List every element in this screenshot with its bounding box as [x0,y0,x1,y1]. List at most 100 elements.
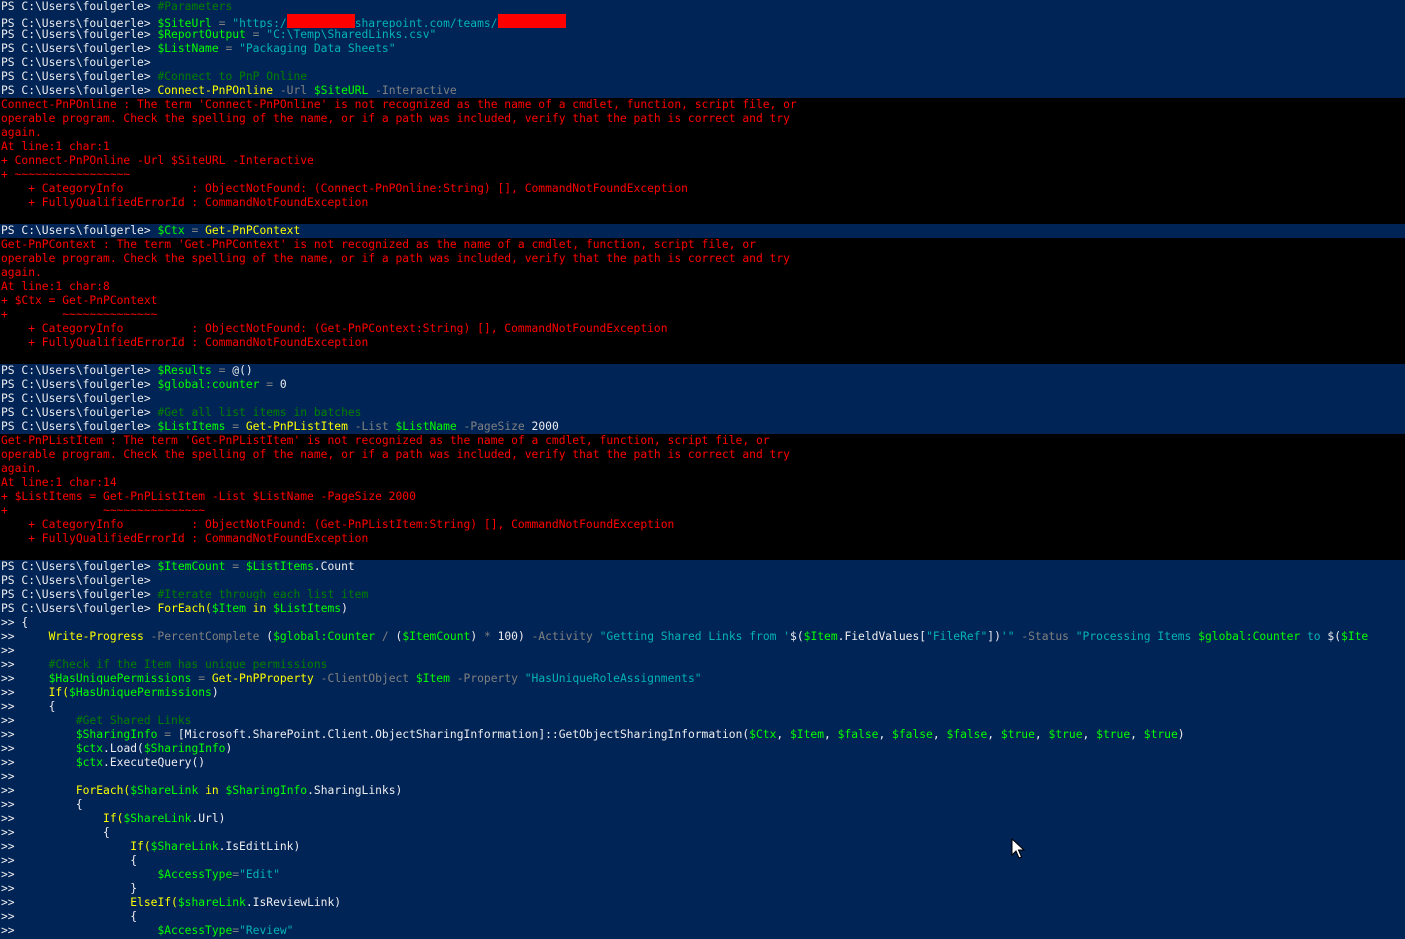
console-line: PS C:\Users\foulgerle> [0,392,1405,406]
console-text-segment: $SiteURL [313,84,369,97]
console-line: >> ElseIf($shareLink.IsReviewLink) [0,896,1405,910]
console-line: PS C:\Users\foulgerle> ForEach($Item in … [0,602,1405,616]
console-text-segment: 2000 [531,420,559,433]
console-text-segment: operable program. Check the spelling of … [1,252,790,265]
console-line: >> Write-Progress -PercentComplete ($glo… [0,630,1405,644]
console-line: PS C:\Users\foulgerle> $ListItems = Get-… [0,420,1405,434]
console-text-segment: .ExecuteQuery() [103,756,206,769]
console-text-segment: PS C:\Users\foulgerle> [1,17,158,28]
console-text-segment: + FullyQualifiedErrorId : CommandNotFoun… [1,336,369,349]
error-output-line: operable program. Check the spelling of … [0,448,1405,462]
console-text-segment: $ShareLink [123,812,192,825]
console-text-segment: $global:Counter [273,630,376,643]
error-output-line: again. [0,266,1405,280]
console-text-segment: Get-PnPProperty [211,672,314,685]
console-text-segment: .IsEditLink) [218,840,301,853]
console-text-segment: ) [225,742,233,755]
console-text-segment: PS C:\Users\foulgerle> [1,224,158,237]
console-text-segment: >> [1,756,76,769]
console-text-segment: If( [48,686,70,699]
console-text-segment: , [1130,728,1144,741]
console-text-segment: Get-PnPContext : The term 'Get-PnPContex… [1,238,756,251]
console-text-segment: , [1034,728,1049,741]
console-text-segment: PS C:\Users\foulgerle> [1,378,158,391]
console-text-segment: / [375,630,396,643]
console-line: PS C:\Users\foulgerle> $SiteUrl = "https… [0,14,1405,28]
console-text-segment: + CategoryInfo : ObjectNotFound: (Get-Pn… [1,518,675,531]
console-text-segment: = [225,420,246,433]
console-text-segment: again. [1,266,42,279]
console-line: >> $SharingInfo = [Microsoft.SharePoint.… [0,728,1405,742]
error-output-line: At line:1 char:14 [0,476,1405,490]
error-output-line: + CategoryInfo : ObjectNotFound: (Get-Pn… [0,518,1405,532]
console-text-segment: .FieldValues[ [837,630,927,643]
console-text-segment: PS C:\Users\foulgerle> [1,560,158,573]
console-text-segment: PS C:\Users\foulgerle> [1,28,158,41]
console-text-segment: PS C:\Users\foulgerle> [1,0,158,13]
console-text-segment: $shareLink [177,896,246,909]
console-text-segment: $ListItems [157,420,226,433]
console-line: >> { [0,798,1405,812]
console-text-segment: $Item [211,602,246,615]
console-text-segment: $ListItems [273,602,342,615]
console-line: >> $HasUniquePermissions = Get-PnPProper… [0,672,1405,686]
console-text-segment: $Ctx [157,224,185,237]
console-text-segment: ) [341,602,348,615]
console-text-segment: "Edit" [239,868,280,881]
console-text-segment: Get-PnPListItem [245,420,348,433]
console-text-segment: Connect-PnPOnline : The term 'Connect-Pn… [1,98,797,111]
console-line: >> [0,770,1405,784]
console-text-segment: PS C:\Users\foulgerle> [1,392,151,405]
console-line: PS C:\Users\foulgerle> $Results = @() [0,364,1405,378]
console-text-segment: + $Ctx = Get-PnPContext [1,294,158,307]
console-text-segment: + ~~~~~~~~~~~~~~ [1,308,158,321]
console-text-segment: $global:counter [157,378,260,391]
console-text-segment: [Microsoft.SharePoint.Client.ObjectShari… [177,728,750,741]
error-output-line: again. [0,462,1405,476]
console-line: PS C:\Users\foulgerle> $ListName = "Pack… [0,42,1405,56]
console-text-segment: -Status [1021,630,1076,643]
error-output-line: operable program. Check the spelling of … [0,252,1405,266]
console-text-segment: #Iterate through each list item [157,588,369,601]
console-text-segment: >> [1,896,131,909]
console-text-segment: "Processing Items [1075,630,1199,643]
console-text-segment: = [225,560,246,573]
console-line: >> { [0,826,1405,840]
console-line: >> { [0,616,1405,630]
error-output-line: Get-PnPListItem : The term 'Get-PnPListI… [0,434,1405,448]
console-text-segment: PS C:\Users\foulgerle> [1,84,158,97]
console-text-segment: PS C:\Users\foulgerle> [1,364,158,377]
console-text-segment: -List [347,420,396,433]
console-text-segment: Write-Progress [48,630,144,643]
console-text-segment: $true [1096,728,1131,741]
console-text-segment: "https:/ [232,17,287,28]
console-text-segment: >> { [1,798,83,811]
redaction-box [497,14,566,28]
console-text-segment: >> [1,686,49,699]
console-line: PS C:\Users\foulgerle> $ReportOutput = "… [0,28,1405,42]
console-text-segment: $true [1000,728,1035,741]
error-output-line: + FullyQualifiedErrorId : CommandNotFoun… [0,532,1405,546]
console-text-segment: + CategoryInfo : ObjectNotFound: (Get-Pn… [1,322,668,335]
console-text-segment: .Url) [191,812,226,825]
console-text-segment: $ListName [395,420,457,433]
console-text-segment: ForEach( [157,602,212,615]
console-text-segment: , [878,728,893,741]
error-output-line: At line:1 char:1 [0,140,1405,154]
console-text-segment: = [218,42,240,55]
console-text-segment: = [191,672,212,685]
powershell-console[interactable]: PS C:\Users\foulgerle> #Parameters PS C:\… [0,0,1405,939]
console-text-segment: operable program. Check the spelling of … [1,448,790,461]
error-output-line: Connect-PnPOnline : The term 'Connect-Pn… [0,98,1405,112]
console-text-segment: + CategoryInfo : ObjectNotFound: (Connec… [1,182,688,195]
console-text-segment: Connect-PnPOnline [157,84,274,97]
error-output-line: + ~~~~~~~~~~~~~~ [0,308,1405,322]
console-text-segment: in [245,602,274,615]
console-text-segment: $ItemCount [157,560,226,573]
console-text-segment: $Item [415,672,450,685]
console-text-segment: $true [1048,728,1083,741]
console-text-segment: >> [1,728,76,741]
console-text-segment: again. [1,462,42,475]
console-text-segment: ) [470,630,484,643]
console-text-segment: * [483,630,498,643]
